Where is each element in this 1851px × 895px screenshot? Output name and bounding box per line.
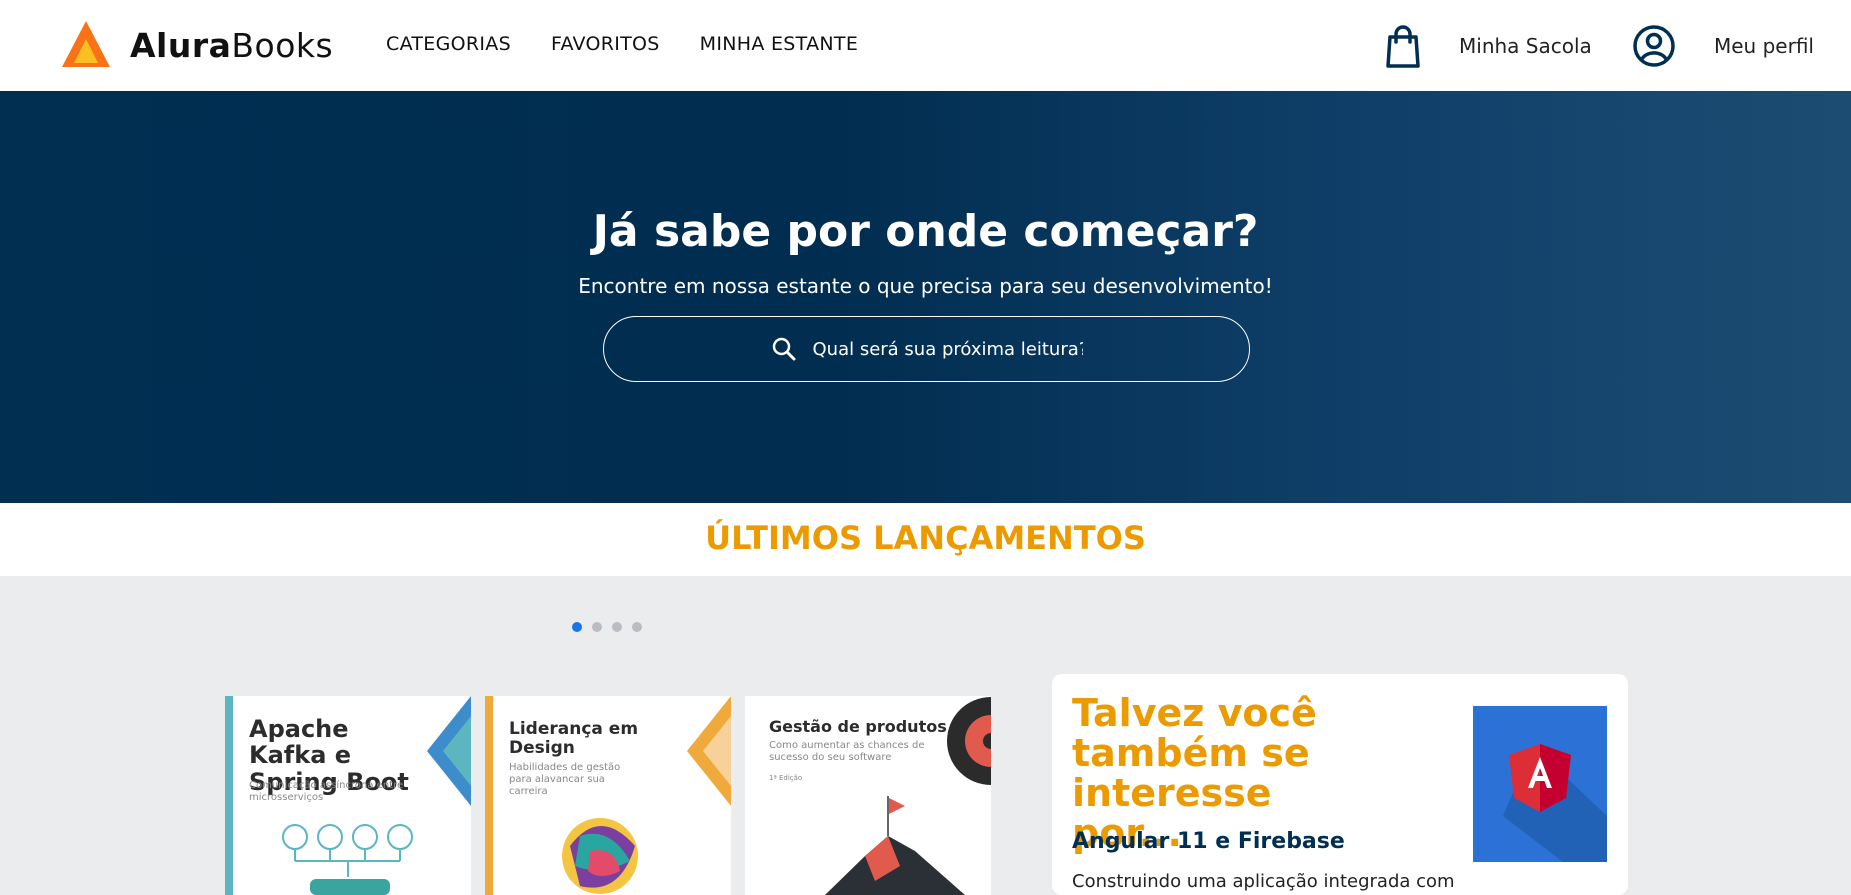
book-subtitle: Como aumentar as chances de sucesso do s… [769,740,925,763]
book-cover-shape [947,697,991,785]
book-cover-illustration [282,824,413,895]
recommendation-card: Talvez você também se interesse por... A… [1052,674,1628,895]
carousel-dot-3[interactable] [612,622,622,632]
releases-header: ÚLTIMOS LANÇAMENTOS [0,503,1851,576]
book-subtitle: Habilidades de gestão para alavancar sua… [509,762,621,797]
book-cover-shape [687,696,731,806]
recommended-book-description: Construindo uma aplicação integrada com [1072,871,1455,892]
carousel-indicators [572,622,642,632]
book-cover-illustration [825,796,965,895]
book-spine [225,696,233,895]
user-profile-icon[interactable] [1632,24,1676,68]
releases-section: Apache Kafka e Spring Boot Comunicação a… [0,576,1851,895]
nav-minha-estante[interactable]: MINHA ESTANTE [700,33,858,55]
angular-icon [1503,744,1607,862]
book-subtitle: Comunicação assíncrona entre microsservi… [249,780,404,803]
hero-subtitle: Encontre em nossa estante o que precisa … [578,274,1273,298]
releases-title: ÚLTIMOS LANÇAMENTOS [705,519,1146,557]
logo-text: AluraBooks [130,25,334,65]
cart-link[interactable]: Minha Sacola [1459,34,1592,58]
carousel-dot-4[interactable] [632,622,642,632]
logo[interactable]: AluraBooks [60,19,333,71]
logo-icon [62,21,110,67]
book-card-lideranca[interactable]: Liderança em Design Habilidades de gestã… [485,696,731,895]
recommended-book-title[interactable]: Angular 11 e Firebase [1072,829,1345,854]
hero-banner: Já sabe por onde começar? Encontre em no… [0,91,1851,503]
book-title: Gestão de produtos [769,717,947,736]
shopping-bag-icon[interactable] [1385,25,1421,69]
main-nav: CATEGORIAS FAVORITOS MINHA ESTANTE [386,33,858,55]
hero-title: Já sabe por onde começar? [592,206,1259,257]
nav-categorias[interactable]: CATEGORIAS [386,33,511,55]
book-card-kafka[interactable]: Apache Kafka e Spring Boot Comunicação a… [225,696,471,895]
book-card-gestao[interactable]: Gestão de produtos Como aumentar as chan… [745,696,991,895]
book-spine [485,696,493,895]
profile-link[interactable]: Meu perfil [1714,34,1814,58]
recommended-book-cover[interactable] [1473,706,1607,862]
book-cover-illustration [562,818,638,894]
search-input[interactable] [812,338,1083,360]
carousel-dot-2[interactable] [592,622,602,632]
search-icon [772,337,795,361]
search-box[interactable] [603,316,1250,382]
carousel-dot-1[interactable] [572,622,582,632]
book-edition: 1ª Edição [769,774,803,782]
nav-favoritos[interactable]: FAVORITOS [551,33,660,55]
top-navbar: AluraBooks CATEGORIAS FAVORITOS MINHA ES… [0,0,1851,91]
book-title: Liderança em Design [509,719,639,758]
